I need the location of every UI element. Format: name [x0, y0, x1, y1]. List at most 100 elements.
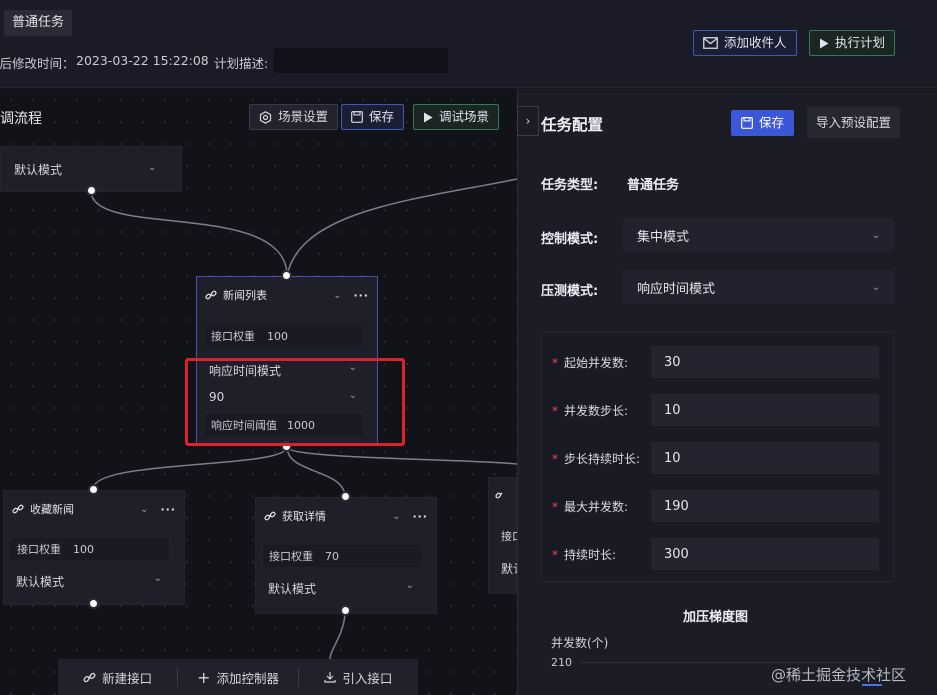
step-size-input[interactable]: 10 [651, 394, 879, 426]
more-icon[interactable]: ··· [412, 510, 428, 523]
play-icon [820, 38, 829, 48]
node-port[interactable] [86, 185, 97, 196]
config-label-text: 并发数步长: [564, 403, 629, 418]
required-icon: * [552, 499, 558, 514]
chevron-down-icon[interactable]: ⌄ [392, 511, 400, 522]
more-icon[interactable]: ··· [160, 503, 176, 516]
config-label: * 步长持续时长: [552, 450, 651, 467]
node-port[interactable] [340, 491, 351, 502]
import-preset-button[interactable]: 导入预设配置 [807, 107, 901, 138]
last-modified-value: 2023-03-22 15:22:08 [76, 53, 209, 68]
chart-gridline [580, 662, 880, 663]
import-preset-label: 导入预设配置 [816, 114, 892, 130]
canvas-bottom-toolbar: 新建接口 + 添加控制器 引入接口 [58, 659, 418, 695]
mode-select[interactable]: 默认模式 ⌄ [268, 580, 414, 597]
config-label-text: 步长持续时长: [564, 451, 641, 466]
chevron-down-icon[interactable]: ⌄ [148, 162, 156, 173]
panel-save-label: 保存 [759, 115, 785, 130]
weight-value: 70 [325, 549, 339, 563]
import-api-button[interactable]: 引入接口 [299, 659, 418, 695]
config-label: * 最大并发数: [552, 498, 651, 515]
weight-value: 100 [267, 329, 288, 343]
config-row-step-size: * 并发数步长: 10 [552, 394, 879, 426]
node-header: 收藏新闻 ⌄ ··· [4, 491, 184, 527]
step-duration-input[interactable]: 10 [651, 442, 879, 474]
add-recipient-button[interactable]: 添加收件人 [693, 30, 797, 56]
pressure-mode-value: 响应时间模式 [637, 281, 716, 297]
node-header: 新闻列表 ⌄ ··· [197, 277, 377, 313]
panel-save-button[interactable]: 保存 [731, 110, 795, 136]
config-row-duration: * 持续时长: 300 [552, 538, 879, 570]
import-api-label: 引入接口 [342, 670, 393, 686]
config-label-text: 最大并发数: [564, 499, 629, 514]
node-port[interactable] [88, 598, 99, 609]
plan-description-label: 计划描述: [214, 56, 269, 71]
new-api-label: 新建接口 [102, 670, 153, 686]
add-controller-button[interactable]: + 添加控制器 [178, 659, 297, 695]
config-label: * 持续时长: [552, 546, 651, 563]
task-type-label: 任务类型: [541, 178, 599, 193]
plan-description-input[interactable] [274, 48, 448, 73]
required-icon: * [552, 355, 558, 370]
add-recipient-label: 添加收件人 [724, 35, 787, 50]
chevron-down-icon: ⌄ [871, 281, 880, 293]
weight-label: 接口权重 [269, 550, 313, 563]
max-concurrency-input[interactable]: 190 [651, 490, 879, 522]
collapse-panel-button[interactable]: › [517, 106, 539, 136]
last-modified-label: 最后修改时间： [0, 56, 75, 71]
node-title: 新闻列表 [223, 289, 267, 302]
chevron-down-icon[interactable]: ⌄ [140, 504, 148, 515]
chevron-down-icon: ⌄ [405, 580, 414, 591]
required-icon: * [552, 547, 558, 562]
weight-label: 接口权重 [17, 543, 61, 556]
link-icon [264, 511, 276, 521]
node-port[interactable] [340, 605, 351, 616]
config-label-text: 持续时长: [564, 547, 617, 562]
pressure-mode-select[interactable]: 响应时间模式 ⌄ [623, 270, 894, 304]
required-icon: * [552, 403, 558, 418]
weight-field[interactable]: 接口权重 100 [11, 538, 169, 560]
watermark: @稀土掘金技术社区 [771, 666, 907, 684]
chevron-down-icon[interactable]: ⌄ [333, 290, 341, 301]
new-api-button[interactable]: 新建接口 [58, 659, 177, 695]
control-mode-label: 控制模式: [541, 232, 599, 247]
weight-field[interactable]: 接口权重 100 [205, 325, 363, 347]
partial-weight-label: 接口 [501, 530, 517, 543]
config-label: * 起始并发数: [552, 354, 651, 371]
config-row-step-duration: * 步长持续时长: 10 [552, 442, 879, 474]
weight-field[interactable]: 接口权重 70 [263, 545, 421, 567]
duration-input[interactable]: 300 [651, 538, 879, 570]
mode-value: 默认模式 [268, 582, 317, 596]
node-port[interactable] [88, 484, 99, 495]
download-icon [324, 672, 336, 683]
chevron-down-icon: ⌄ [871, 229, 880, 241]
config-label-text: 起始并发数: [564, 355, 629, 370]
start-node-mode: 默认模式 [14, 163, 63, 177]
control-mode-value: 集中模式 [637, 229, 690, 245]
chart-y-axis-label: 并发数(个) [551, 636, 609, 650]
node-title: 收藏新闻 [30, 503, 74, 516]
weight-label: 接口权重 [211, 330, 255, 343]
chevron-right-icon: › [525, 114, 531, 128]
control-mode-select[interactable]: 集中模式 ⌄ [623, 218, 894, 252]
more-icon[interactable]: ··· [353, 289, 369, 302]
link-icon [83, 672, 96, 682]
link-icon [12, 504, 24, 514]
chart-title: 加压梯度图 [683, 610, 749, 625]
panel-title: 任务配置 [541, 116, 604, 134]
mode-value: 默认模式 [16, 575, 65, 589]
chevron-down-icon: ⌄ [153, 573, 162, 584]
highlight-annotation [185, 358, 405, 446]
mode-select[interactable]: 默认模式 ⌄ [16, 573, 162, 590]
add-controller-label: 添加控制器 [216, 670, 279, 686]
required-icon: * [552, 451, 558, 466]
config-row-max-concurrency: * 最大并发数: 190 [552, 490, 879, 522]
mail-icon [703, 37, 718, 49]
config-label: * 并发数步长: [552, 402, 651, 419]
execute-plan-button[interactable]: 执行计划 [809, 30, 896, 56]
node-title: 获取详情 [282, 510, 326, 523]
start-concurrency-input[interactable]: 30 [651, 346, 879, 378]
plus-icon: + [197, 667, 211, 687]
y-tick-label: 210 [551, 656, 572, 669]
node-port[interactable] [281, 270, 292, 281]
